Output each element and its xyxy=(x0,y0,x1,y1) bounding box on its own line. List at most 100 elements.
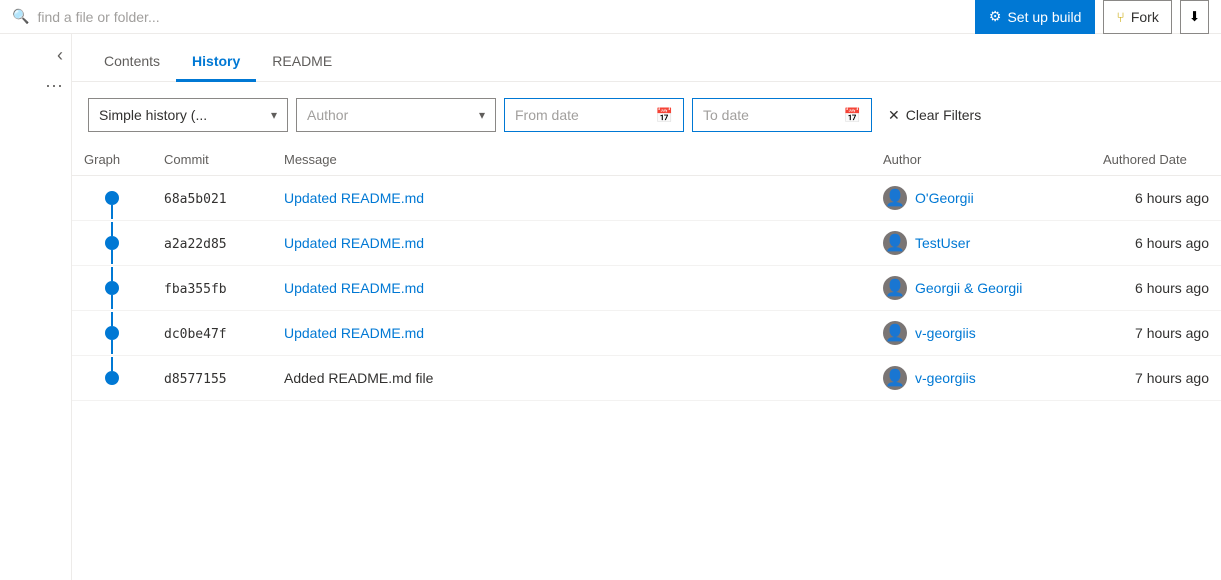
author-name[interactable]: Georgii & Georgii xyxy=(915,280,1022,296)
th-author: Author xyxy=(871,144,1091,176)
author-name[interactable]: TestUser xyxy=(915,235,970,251)
to-date-label: To date xyxy=(703,107,749,123)
authored-date-cell: 6 hours ago xyxy=(1091,221,1221,266)
th-authored-date: Authored Date xyxy=(1091,144,1221,176)
commit-hash: 68a5b021 xyxy=(164,192,227,207)
history-type-label: Simple history (... xyxy=(99,107,207,123)
author-dropdown[interactable]: Author ▾ xyxy=(296,98,496,132)
sidebar-more-button[interactable]: ··· xyxy=(37,72,71,98)
commit-hash-cell: fba355fb xyxy=(152,266,272,311)
commit-hash-cell: dc0be47f xyxy=(152,311,272,356)
table-row: 68a5b021 Updated README.md 👤 O'Georgii 6 hou… xyxy=(72,176,1221,221)
authored-date-cell: 7 hours ago xyxy=(1091,311,1221,356)
tab-contents[interactable]: Contents xyxy=(88,45,176,82)
graph-dot xyxy=(105,326,119,340)
graph-dot xyxy=(105,191,119,205)
clear-filters-label: Clear Filters xyxy=(906,107,981,123)
topbar-search-area: 🔍 find a file or folder... xyxy=(12,8,160,25)
author-name[interactable]: v-georgiis xyxy=(915,370,976,386)
commit-message-cell: Updated README.md xyxy=(272,176,871,221)
download-button[interactable]: ⬇ xyxy=(1180,0,1209,34)
authored-date: 7 hours ago xyxy=(1135,325,1209,341)
th-message: Message xyxy=(272,144,871,176)
from-date-label: From date xyxy=(515,107,579,123)
commit-message-link[interactable]: Updated README.md xyxy=(284,325,424,341)
fork-button[interactable]: ⑂ Fork xyxy=(1103,0,1171,34)
tabs-bar: Contents History README xyxy=(72,34,1221,82)
commit-hash: d8577155 xyxy=(164,372,227,387)
authored-date: 7 hours ago xyxy=(1135,370,1209,386)
fork-label: Fork xyxy=(1131,9,1159,25)
graph-cell xyxy=(72,221,152,266)
main-content: Contents History README Simple history (… xyxy=(72,34,1221,580)
table-row: dc0be47f Updated README.md 👤 v-georgiis 7 ho… xyxy=(72,311,1221,356)
filter-bar: Simple history (... ▾ Author ▾ From date… xyxy=(72,82,1221,144)
setup-build-icon: ⚙ xyxy=(989,8,1002,25)
authored-date: 6 hours ago xyxy=(1135,235,1209,251)
history-type-dropdown[interactable]: Simple history (... ▾ xyxy=(88,98,288,132)
graph-cell xyxy=(72,311,152,356)
setup-build-button[interactable]: ⚙ Set up build xyxy=(975,0,1096,34)
author-name[interactable]: O'Georgii xyxy=(915,190,974,206)
author-cell: 👤 O'Georgii xyxy=(871,176,1091,221)
table-row: d8577155 Added README.md file 👤v-georgiis 7… xyxy=(72,356,1221,401)
commit-message-cell: Updated README.md xyxy=(272,266,871,311)
topbar: 🔍 find a file or folder... ⚙ Set up buil… xyxy=(0,0,1221,34)
to-date-picker[interactable]: To date 📅 xyxy=(692,98,872,132)
sidebar: ‹ ··· xyxy=(0,34,72,580)
commit-message-cell: Updated README.md xyxy=(272,311,871,356)
authored-date: 6 hours ago xyxy=(1135,190,1209,206)
from-date-picker[interactable]: From date 📅 xyxy=(504,98,684,132)
author-cell: 👤 TestUser xyxy=(871,221,1091,266)
search-placeholder-text: find a file or folder... xyxy=(37,9,159,25)
commit-hash: fba355fb xyxy=(164,282,227,297)
commit-hash-cell: a2a22d85 xyxy=(152,221,272,266)
calendar-icon-to: 📅 xyxy=(844,107,861,124)
commit-message-cell: Updated README.md xyxy=(272,221,871,266)
table-row: fba355fb Updated README.md 👤 Georgii & Geor… xyxy=(72,266,1221,311)
th-commit: Commit xyxy=(152,144,272,176)
download-icon: ⬇ xyxy=(1189,9,1200,25)
chevron-down-icon: ▾ xyxy=(271,108,277,122)
calendar-icon-from: 📅 xyxy=(656,107,673,124)
table-row: a2a22d85 Updated README.md 👤 TestUser 6 hour… xyxy=(72,221,1221,266)
commit-message-link[interactable]: Updated README.md xyxy=(284,190,424,206)
author-cell: 👤 Georgii & Georgii xyxy=(871,266,1091,311)
graph-dot xyxy=(105,371,119,385)
author-cell: 👤 v-georgiis xyxy=(871,311,1091,356)
th-graph: Graph xyxy=(72,144,152,176)
commit-hash: a2a22d85 xyxy=(164,237,227,252)
avatar: 👤 xyxy=(883,231,907,255)
sidebar-collapse-button[interactable]: ‹ xyxy=(49,42,71,68)
tab-readme[interactable]: README xyxy=(256,45,348,82)
main-layout: ‹ ··· Contents History README Simple his… xyxy=(0,34,1221,580)
commit-message-link[interactable]: Updated README.md xyxy=(284,235,424,251)
graph-cell xyxy=(72,176,152,221)
chevron-down-icon-author: ▾ xyxy=(479,108,485,122)
commit-hash-cell: 68a5b021 xyxy=(152,176,272,221)
graph-cell xyxy=(72,356,152,401)
search-icon: 🔍 xyxy=(12,8,29,25)
author-name[interactable]: v-georgiis xyxy=(915,325,976,341)
table-header-row: Graph Commit Message Author Authored Dat… xyxy=(72,144,1221,176)
avatar: 👤 xyxy=(883,276,907,300)
close-icon: ✕ xyxy=(888,107,900,124)
avatar: 👤 xyxy=(883,321,907,345)
authored-date: 6 hours ago xyxy=(1135,280,1209,296)
commit-message-text: Added README.md file xyxy=(284,370,433,386)
setup-build-label: Set up build xyxy=(1007,9,1081,25)
fork-icon: ⑂ xyxy=(1116,9,1124,25)
commit-hash: dc0be47f xyxy=(164,327,227,342)
commit-message-cell: Added README.md file xyxy=(272,356,871,401)
commit-message-link[interactable]: Updated README.md xyxy=(284,280,424,296)
author-cell: 👤v-georgiis xyxy=(871,356,1091,401)
authored-date-cell: 7 hours ago xyxy=(1091,356,1221,401)
avatar: 👤 xyxy=(883,186,907,210)
tab-history[interactable]: History xyxy=(176,45,256,82)
clear-filters-button[interactable]: ✕ Clear Filters xyxy=(880,98,989,132)
graph-dot xyxy=(105,281,119,295)
authored-date-cell: 6 hours ago xyxy=(1091,176,1221,221)
author-label: Author xyxy=(307,107,348,123)
commit-hash-cell: d8577155 xyxy=(152,356,272,401)
topbar-actions: ⚙ Set up build ⑂ Fork ⬇ xyxy=(975,0,1209,34)
